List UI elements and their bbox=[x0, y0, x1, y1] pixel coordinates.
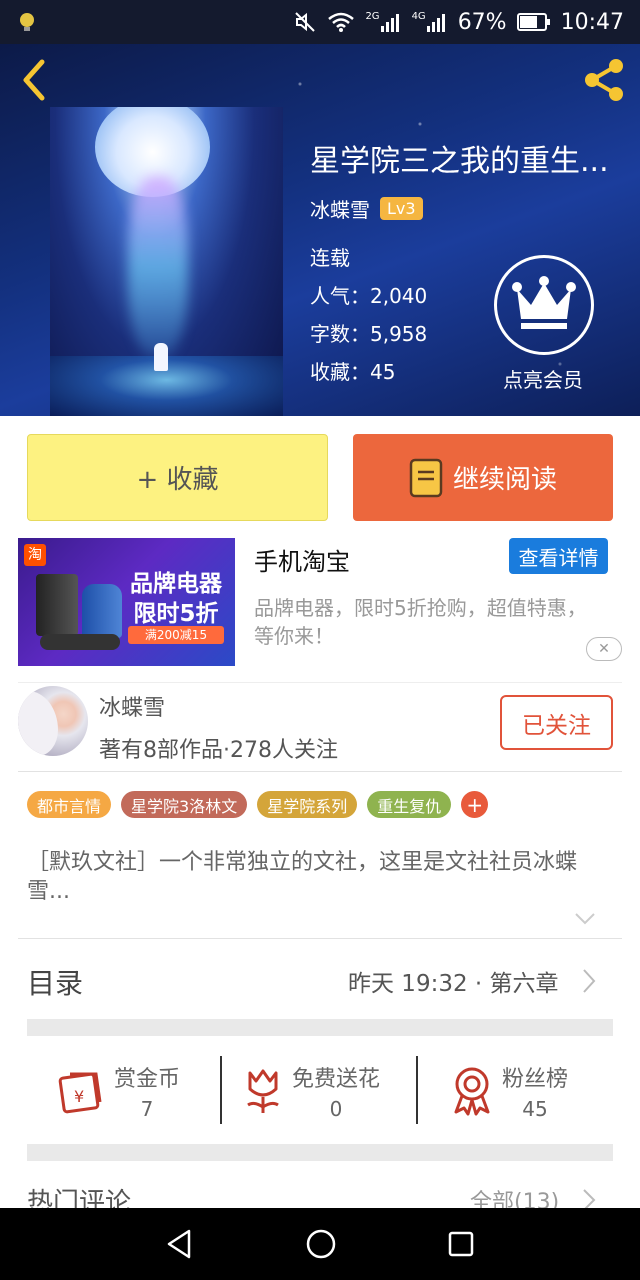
follow-button[interactable]: 已关注 bbox=[500, 695, 613, 750]
popularity-count: 人气：2,040 bbox=[310, 284, 428, 308]
tag-chip[interactable]: 重生复仇 bbox=[367, 791, 452, 818]
level-badge: Lv3 bbox=[380, 197, 423, 220]
section-separator bbox=[27, 1019, 613, 1036]
serial-status: 连载 bbox=[310, 246, 350, 270]
battery-icon bbox=[516, 13, 551, 31]
ad-close-button[interactable]: ✕ bbox=[586, 637, 622, 661]
author-card-name[interactable]: 冰蝶雪 bbox=[99, 690, 165, 722]
fan-ranking-button[interactable]: 粉丝榜 45 bbox=[450, 1056, 568, 1126]
divider bbox=[18, 771, 622, 772]
clock: 10:47 bbox=[560, 9, 624, 35]
wifi-icon bbox=[327, 11, 355, 33]
all-comments-link[interactable]: 全部(13) bbox=[470, 1184, 559, 1208]
home-nav-icon[interactable] bbox=[305, 1228, 337, 1260]
ad-description: 品牌电器，限时5折抢购，超值特惠，等你来！ bbox=[254, 596, 587, 648]
divider bbox=[416, 1056, 418, 1124]
ad-appliance bbox=[82, 584, 122, 638]
hot-comments-label: 热门评论 bbox=[27, 1188, 132, 1208]
send-flower-value: 0 bbox=[329, 1097, 343, 1121]
ad-appliance bbox=[40, 634, 120, 650]
cover-figure bbox=[154, 343, 168, 371]
reward-coin-icon: ¥ bbox=[58, 1072, 102, 1114]
book-title: 星学院三之我的重生... bbox=[310, 144, 609, 179]
continue-reading-label: 继续阅读 bbox=[452, 465, 557, 495]
tag-chip[interactable]: 都市言情 bbox=[27, 791, 112, 818]
cover-light-beam bbox=[128, 177, 188, 357]
system-navigation-bar bbox=[0, 1208, 640, 1280]
share-icon bbox=[585, 59, 623, 101]
notification-bulb-icon bbox=[16, 10, 38, 34]
back-nav-icon[interactable] bbox=[165, 1228, 195, 1260]
fan-ranking-value: 45 bbox=[522, 1097, 548, 1121]
book-icon bbox=[409, 458, 443, 497]
toc-latest-chapter[interactable]: 昨天 19:32 · 第六章 bbox=[348, 964, 559, 998]
mute-icon bbox=[293, 10, 317, 34]
send-flower-button[interactable]: 免费送花 0 bbox=[242, 1056, 380, 1126]
divider bbox=[220, 1056, 222, 1124]
divider bbox=[18, 682, 622, 683]
book-detail-content: + 收藏 继续阅读 淘 品牌电器 限时5折 满200减15 手机淘宝 查看详情 … bbox=[0, 416, 640, 1208]
ad-image[interactable]: 淘 品牌电器 限时5折 满200减15 bbox=[18, 538, 235, 666]
tag-list: 都市言情 星学院3洛林文 星学院系列 重生复仇 + bbox=[27, 791, 489, 818]
divider bbox=[18, 938, 622, 939]
chevron-right-icon[interactable] bbox=[582, 968, 596, 994]
continue-reading-button[interactable]: 继续阅读 bbox=[353, 434, 613, 521]
ad-appliance bbox=[36, 574, 78, 636]
taobao-logo: 淘 bbox=[24, 544, 46, 566]
back-button[interactable] bbox=[18, 58, 50, 102]
author-row: 冰蝶雪 Lv3 bbox=[310, 194, 423, 223]
award-badge-icon bbox=[454, 1067, 490, 1116]
favorites-count: 收藏：45 bbox=[310, 360, 396, 384]
signal-4g-icon: 4G bbox=[412, 11, 448, 33]
author-name[interactable]: 冰蝶雪 bbox=[310, 194, 370, 223]
book-cover[interactable] bbox=[50, 107, 283, 416]
fan-ranking-label: 粉丝榜 bbox=[502, 1067, 569, 1092]
recents-nav-icon[interactable] bbox=[447, 1230, 475, 1258]
flower-icon bbox=[247, 1069, 279, 1113]
battery-percent: 67% bbox=[457, 9, 507, 35]
ad-title[interactable]: 手机淘宝 bbox=[254, 542, 350, 577]
reward-coin-value: 7 bbox=[140, 1097, 154, 1121]
ad-detail-button[interactable]: 查看详情 bbox=[509, 538, 608, 574]
signal-2g-icon: 2G bbox=[365, 11, 401, 33]
vip-label: 点亮会员 bbox=[503, 368, 583, 392]
book-intro[interactable]: ［默玖文社］一个非常独立的文社，这里是文社社员冰蝶雪... bbox=[27, 848, 613, 906]
toc-label[interactable]: 目录 bbox=[27, 962, 83, 1002]
send-flower-label: 免费送花 bbox=[292, 1067, 381, 1092]
chevron-right-icon[interactable] bbox=[582, 1188, 596, 1208]
section-separator bbox=[27, 1144, 613, 1161]
add-tag-button[interactable]: + bbox=[461, 791, 489, 818]
book-header: 星学院三之我的重生... 冰蝶雪 Lv3 连载 人气：2,040 字数：5,95… bbox=[0, 44, 640, 416]
reward-coin-button[interactable]: ¥ 赏金币 7 bbox=[56, 1056, 180, 1126]
ad-image-headline: 品牌电器 bbox=[130, 571, 222, 597]
close-icon: ✕ bbox=[598, 641, 610, 657]
collect-button[interactable]: + 收藏 bbox=[27, 434, 328, 521]
chevron-down-icon[interactable] bbox=[574, 912, 596, 926]
back-arrow-icon bbox=[23, 59, 45, 101]
author-stats: 著有8部作品·278人关注 bbox=[99, 738, 338, 763]
vip-button[interactable] bbox=[494, 255, 594, 355]
status-bar: 2G 4G 67% 10:47 bbox=[0, 0, 640, 44]
tag-chip[interactable]: 星学院系列 bbox=[257, 791, 358, 818]
share-button[interactable] bbox=[580, 56, 628, 104]
ad-image-promo: 满200减15 bbox=[128, 626, 224, 644]
reward-coin-label: 赏金币 bbox=[114, 1067, 181, 1092]
svg-text:¥: ¥ bbox=[74, 1087, 84, 1106]
tag-chip[interactable]: 星学院3洛林文 bbox=[121, 791, 248, 818]
word-count: 字数：5,958 bbox=[310, 322, 428, 346]
ad-image-subheadline: 限时5折 bbox=[133, 601, 219, 627]
avatar[interactable] bbox=[18, 686, 88, 756]
crown-icon bbox=[512, 276, 576, 329]
